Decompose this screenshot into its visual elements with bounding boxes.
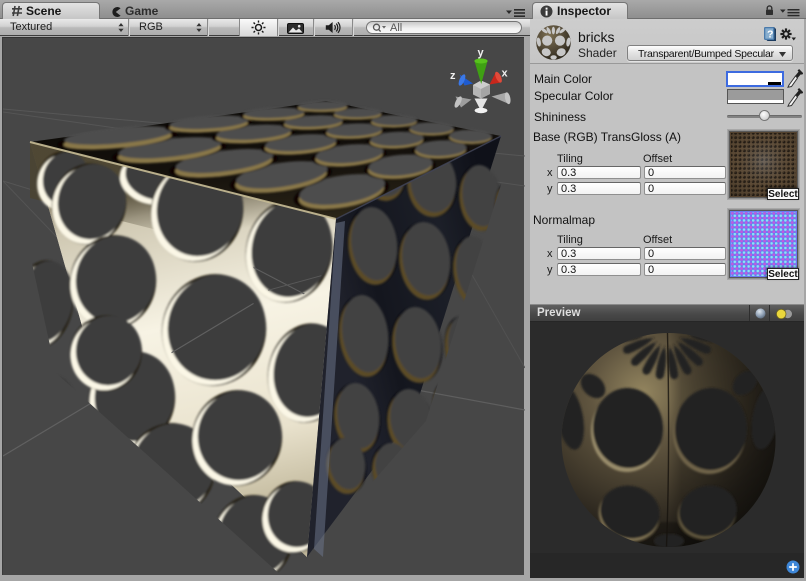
svg-text:y: y (478, 47, 485, 59)
svg-text:?: ? (767, 29, 773, 41)
svg-text:x: x (502, 68, 509, 80)
svg-text:z: z (450, 70, 456, 82)
